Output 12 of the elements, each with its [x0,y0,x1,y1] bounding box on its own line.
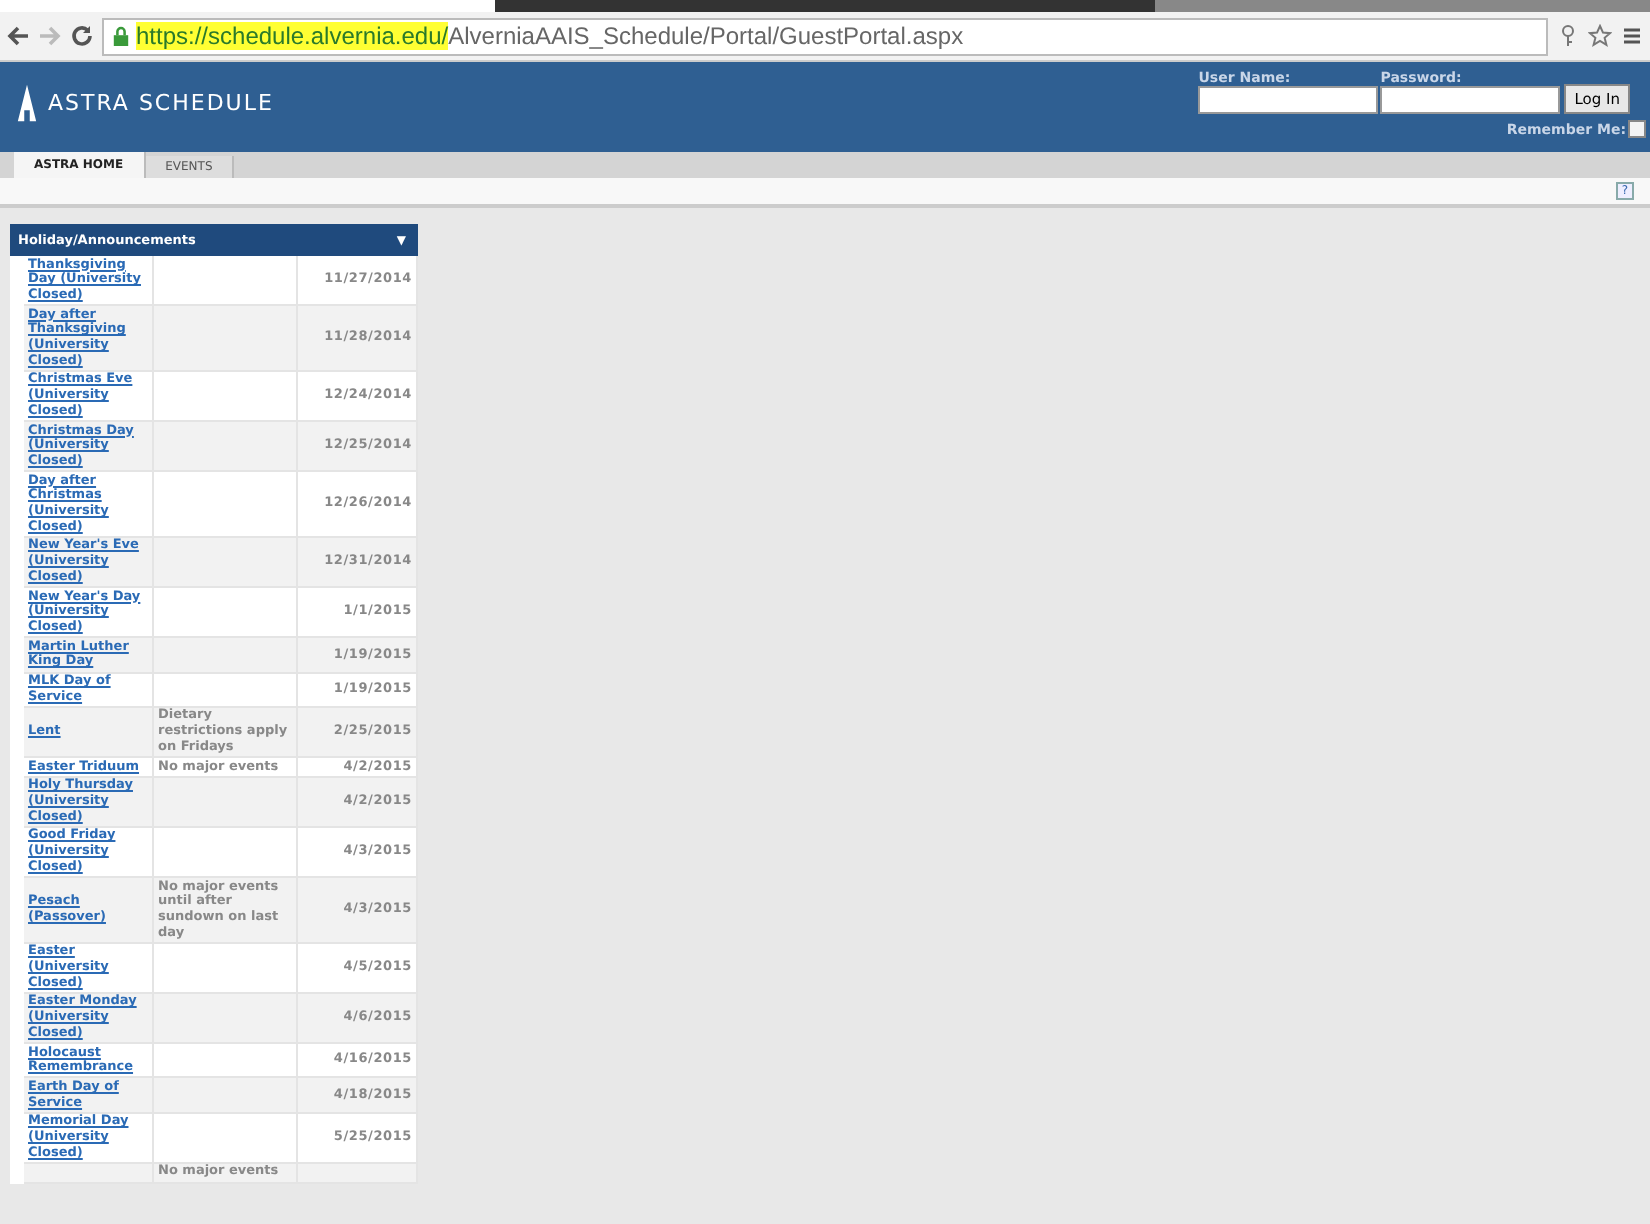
lock-icon [112,25,130,47]
username-field[interactable] [1198,86,1379,114]
reload-icon[interactable] [70,24,94,48]
address-bar[interactable]: https://schedule.alvernia.edu/AlverniaAAIS_Schedule/Portal/GuestPortal.aspx [102,17,1548,55]
back-icon[interactable] [6,24,30,48]
menu-icon[interactable] [1620,24,1644,48]
key-icon[interactable] [1556,24,1580,48]
app-title: ASTRA SCHEDULE [48,90,274,116]
remember-checkbox[interactable] [1628,120,1646,138]
tower-icon [16,84,38,122]
star-icon[interactable] [1588,24,1612,48]
password-field[interactable] [1380,86,1561,114]
